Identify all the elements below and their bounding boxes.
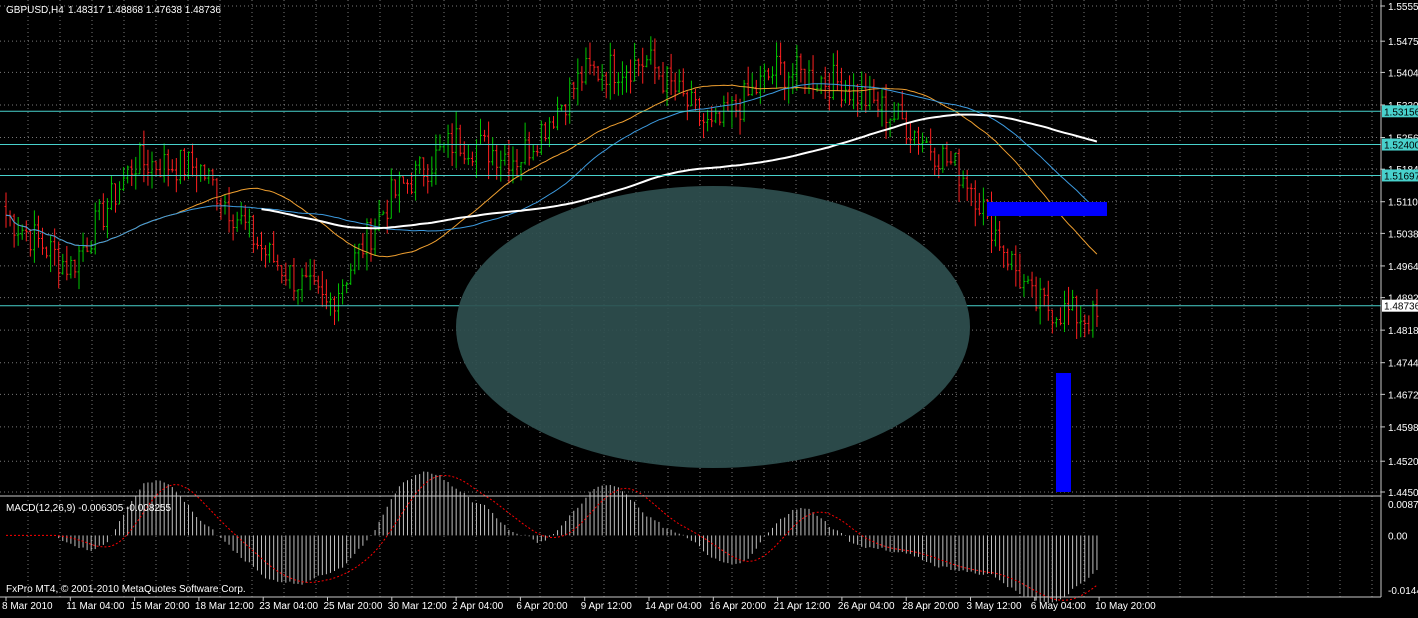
price-axis-label: 1.54040 [1388, 68, 1418, 79]
time-axis-label: 8 Mar 2010 [2, 601, 53, 612]
price-axis-label: 1.55550 [1388, 2, 1418, 13]
time-axis-label: 15 Mar 20:00 [131, 601, 190, 612]
ellipse-object[interactable] [456, 186, 970, 468]
time-axis-label: 6 May 04:00 [1031, 601, 1086, 612]
macd-axis-label: -0.01446 [1388, 586, 1418, 597]
price-axis-label: 1.49640 [1388, 262, 1418, 273]
time-axis-label: 30 Mar 12:00 [388, 601, 447, 612]
time-axis-label: 10 May 20:00 [1095, 601, 1156, 612]
price-axis-label: 1.46720 [1388, 390, 1418, 401]
macd-axis-label: 0.00 [1388, 531, 1408, 542]
time-axis-label: 3 May 12:00 [967, 601, 1022, 612]
time-axis-label: 18 Mar 12:00 [195, 601, 254, 612]
price-axis-label: 1.45200 [1388, 457, 1418, 468]
rectangle-object-upper[interactable] [987, 202, 1107, 216]
time-axis-label: 11 Mar 04:00 [66, 601, 125, 612]
rectangle-object-lower[interactable] [1056, 373, 1071, 492]
chart-window[interactable]: 1.555501.547501.540401.533001.525601.518… [0, 0, 1418, 613]
price-axis-label: 1.54750 [1388, 37, 1418, 48]
ohlc-readout: 1.48317 1.48868 1.47638 1.48736 [68, 5, 221, 16]
symbol-label: GBPUSD,H4 [6, 5, 64, 16]
price-axis-label: 1.48180 [1388, 326, 1418, 337]
macd-label: MACD(12,26,9) -0.006305 -0.008255 [6, 503, 172, 514]
time-axis-label: 14 Apr 04:00 [645, 601, 702, 612]
time-axis-label: 2 Apr 04:00 [452, 601, 504, 612]
time-axis-label: 21 Apr 12:00 [774, 601, 831, 612]
price-axis-label: 1.44500 [1388, 488, 1418, 499]
price-tag-label: 1.51697 [1384, 171, 1418, 182]
time-axis-label: 16 Apr 20:00 [709, 601, 766, 612]
time-axis-label: 9 Apr 12:00 [581, 601, 633, 612]
price-axis-label: 1.47440 [1388, 359, 1418, 370]
price-tag-label: 1.48736 [1384, 302, 1418, 313]
price-axis-label: 1.45980 [1388, 423, 1418, 434]
time-axis-label: 23 Mar 04:00 [259, 601, 318, 612]
time-axis-label: 26 Apr 04:00 [838, 601, 895, 612]
copyright-text: FxPro MT4, © 2001-2010 MetaQuotes Softwa… [6, 584, 246, 595]
price-tag-label: 1.52400 [1384, 141, 1418, 152]
macd-axis-label: 0.00875 [1388, 500, 1418, 511]
price-tag-label: 1.53156 [1384, 107, 1418, 118]
price-axis-label: 1.51100 [1388, 198, 1418, 209]
time-axis-label: 6 Apr 20:00 [516, 601, 568, 612]
time-axis-label: 28 Apr 20:00 [902, 601, 959, 612]
price-axis-label: 1.50380 [1388, 229, 1418, 240]
time-axis-label: 25 Mar 20:00 [324, 601, 383, 612]
